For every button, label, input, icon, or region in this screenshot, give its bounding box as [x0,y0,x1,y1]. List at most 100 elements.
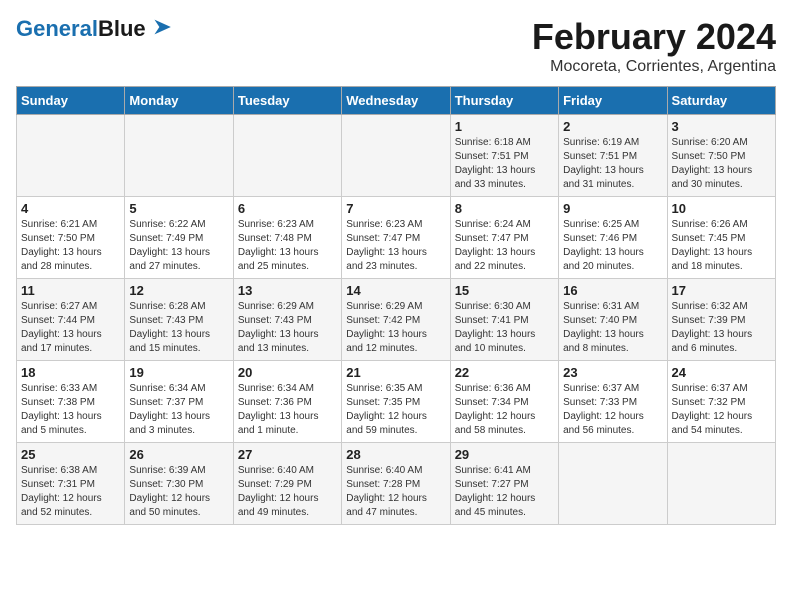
day-number: 22 [455,365,554,380]
day-number: 8 [455,201,554,216]
day-number: 27 [238,447,337,462]
day-info: Sunrise: 6:26 AMSunset: 7:45 PMDaylight:… [672,218,771,274]
title-block: February 2024 Mocoreta, Corrientes, Arge… [532,16,776,76]
calendar-cell: 7Sunrise: 6:23 AMSunset: 7:47 PMDaylight… [342,197,450,279]
day-number: 4 [21,201,120,216]
day-info: Sunrise: 6:18 AMSunset: 7:51 PMDaylight:… [455,136,554,192]
day-number: 16 [563,283,662,298]
day-info: Sunrise: 6:36 AMSunset: 7:34 PMDaylight:… [455,382,554,438]
day-info: Sunrise: 6:27 AMSunset: 7:44 PMDaylight:… [21,300,120,356]
calendar-cell: 20Sunrise: 6:34 AMSunset: 7:36 PMDayligh… [233,361,341,443]
calendar-cell: 6 Sunrise: 6:23 AMSunset: 7:48 PMDaylight… [233,197,341,279]
calendar-cell [233,115,341,197]
day-number: 13 [238,283,337,298]
header-sunday: Sunday [17,87,125,115]
day-info: Sunrise: 6:24 AMSunset: 7:47 PMDaylight:… [455,218,554,274]
day-info: Sunrise: 6:23 AMSunset: 7:47 PMDaylight:… [346,218,445,274]
day-info: Sunrise: 6:19 AMSunset: 7:51 PMDaylight:… [563,136,662,192]
day-number: 23 [563,365,662,380]
calendar-week-row: 25 Sunrise: 6:38 AMSunset: 7:31 PMDayligh… [17,443,776,525]
day-info: Sunrise: 6:20 AMSunset: 7:50 PMDaylight:… [672,136,771,192]
day-info: Sunrise: 6:29 AMSunset: 7:43 PMDaylight:… [238,300,337,356]
day-info: Sunrise: 6:41 AMSunset: 7:27 PMDaylight:… [455,464,554,520]
day-number: 14 [346,283,445,298]
header-friday: Friday [559,87,667,115]
day-number: 25 [21,447,120,462]
header-saturday: Saturday [667,87,775,115]
calendar-cell: 2 Sunrise: 6:19 AMSunset: 7:51 PMDaylight… [559,115,667,197]
day-number: 21 [346,365,445,380]
header-monday: Monday [125,87,233,115]
calendar-cell: 25 Sunrise: 6:38 AMSunset: 7:31 PMDayligh… [17,443,125,525]
calendar-cell: 3Sunrise: 6:20 AMSunset: 7:50 PMDaylight… [667,115,775,197]
day-info: Sunrise: 6:32 AMSunset: 7:39 PMDaylight:… [672,300,771,356]
calendar-week-row: 1 Sunrise: 6:18 AMSunset: 7:51 PMDaylight… [17,115,776,197]
calendar-cell: 8 Sunrise: 6:24 AMSunset: 7:47 PMDaylight… [450,197,558,279]
day-number: 26 [129,447,228,462]
calendar-cell [17,115,125,197]
calendar-cell: 23 Sunrise: 6:37 AMSunset: 7:33 PMDayligh… [559,361,667,443]
page-header: GeneralBlue February 2024 Mocoreta, Corr… [16,16,776,76]
logo-icon [146,18,176,36]
day-number: 18 [21,365,120,380]
calendar-cell: 28 Sunrise: 6:40 AMSunset: 7:28 PMDayligh… [342,443,450,525]
day-info: Sunrise: 6:37 AMSunset: 7:33 PMDaylight:… [563,382,662,438]
day-number: 11 [21,283,120,298]
logo-text: GeneralBlue [16,16,146,42]
day-info: Sunrise: 6:40 AMSunset: 7:28 PMDaylight:… [346,464,445,520]
day-number: 17 [672,283,771,298]
day-number: 2 [563,119,662,134]
calendar-cell: 9Sunrise: 6:25 AMSunset: 7:46 PMDaylight… [559,197,667,279]
calendar-table: SundayMondayTuesdayWednesdayThursdayFrid… [16,86,776,525]
calendar-cell: 10 Sunrise: 6:26 AMSunset: 7:45 PMDayligh… [667,197,775,279]
calendar-week-row: 18 Sunrise: 6:33 AMSunset: 7:38 PMDayligh… [17,361,776,443]
day-info: Sunrise: 6:31 AMSunset: 7:40 PMDaylight:… [563,300,662,356]
logo: GeneralBlue [16,16,176,42]
calendar-cell [667,443,775,525]
day-info: Sunrise: 6:29 AMSunset: 7:42 PMDaylight:… [346,300,445,356]
day-info: Sunrise: 6:23 AMSunset: 7:48 PMDaylight:… [238,218,337,274]
day-info: Sunrise: 6:39 AMSunset: 7:30 PMDaylight:… [129,464,228,520]
day-number: 1 [455,119,554,134]
calendar-cell: 12 Sunrise: 6:28 AMSunset: 7:43 PMDayligh… [125,279,233,361]
calendar-cell: 17 Sunrise: 6:32 AMSunset: 7:39 PMDayligh… [667,279,775,361]
day-number: 12 [129,283,228,298]
calendar-week-row: 11 Sunrise: 6:27 AMSunset: 7:44 PMDayligh… [17,279,776,361]
day-number: 29 [455,447,554,462]
day-number: 28 [346,447,445,462]
day-info: Sunrise: 6:30 AMSunset: 7:41 PMDaylight:… [455,300,554,356]
calendar-cell: 26 Sunrise: 6:39 AMSunset: 7:30 PMDayligh… [125,443,233,525]
day-info: Sunrise: 6:28 AMSunset: 7:43 PMDaylight:… [129,300,228,356]
calendar-cell: 11 Sunrise: 6:27 AMSunset: 7:44 PMDayligh… [17,279,125,361]
calendar-cell [559,443,667,525]
day-info: Sunrise: 6:22 AMSunset: 7:49 PMDaylight:… [129,218,228,274]
calendar-cell: 19 Sunrise: 6:34 AMSunset: 7:37 PMDayligh… [125,361,233,443]
page-subtitle: Mocoreta, Corrientes, Argentina [532,58,776,76]
day-info: Sunrise: 6:37 AMSunset: 7:32 PMDaylight:… [672,382,771,438]
calendar-week-row: 4 Sunrise: 6:21 AMSunset: 7:50 PMDaylight… [17,197,776,279]
page-title: February 2024 [532,16,776,58]
header-tuesday: Tuesday [233,87,341,115]
day-number: 9 [563,201,662,216]
day-info: Sunrise: 6:33 AMSunset: 7:38 PMDaylight:… [21,382,120,438]
day-number: 19 [129,365,228,380]
calendar-cell: 18 Sunrise: 6:33 AMSunset: 7:38 PMDayligh… [17,361,125,443]
day-info: Sunrise: 6:34 AMSunset: 7:36 PMDaylight:… [238,382,337,438]
day-number: 15 [455,283,554,298]
day-info: Sunrise: 6:38 AMSunset: 7:31 PMDaylight:… [21,464,120,520]
day-info: Sunrise: 6:35 AMSunset: 7:35 PMDaylight:… [346,382,445,438]
day-info: Sunrise: 6:21 AMSunset: 7:50 PMDaylight:… [21,218,120,274]
calendar-cell [125,115,233,197]
day-number: 10 [672,201,771,216]
calendar-cell: 22 Sunrise: 6:36 AMSunset: 7:34 PMDayligh… [450,361,558,443]
day-info: Sunrise: 6:40 AMSunset: 7:29 PMDaylight:… [238,464,337,520]
calendar-cell: 5Sunrise: 6:22 AMSunset: 7:49 PMDaylight… [125,197,233,279]
calendar-cell: 14 Sunrise: 6:29 AMSunset: 7:42 PMDayligh… [342,279,450,361]
header-wednesday: Wednesday [342,87,450,115]
calendar-cell: 27 Sunrise: 6:40 AMSunset: 7:29 PMDayligh… [233,443,341,525]
calendar-cell: 24 Sunrise: 6:37 AMSunset: 7:32 PMDayligh… [667,361,775,443]
calendar-cell: 15 Sunrise: 6:30 AMSunset: 7:41 PMDayligh… [450,279,558,361]
day-info: Sunrise: 6:34 AMSunset: 7:37 PMDaylight:… [129,382,228,438]
day-number: 6 [238,201,337,216]
day-number: 24 [672,365,771,380]
